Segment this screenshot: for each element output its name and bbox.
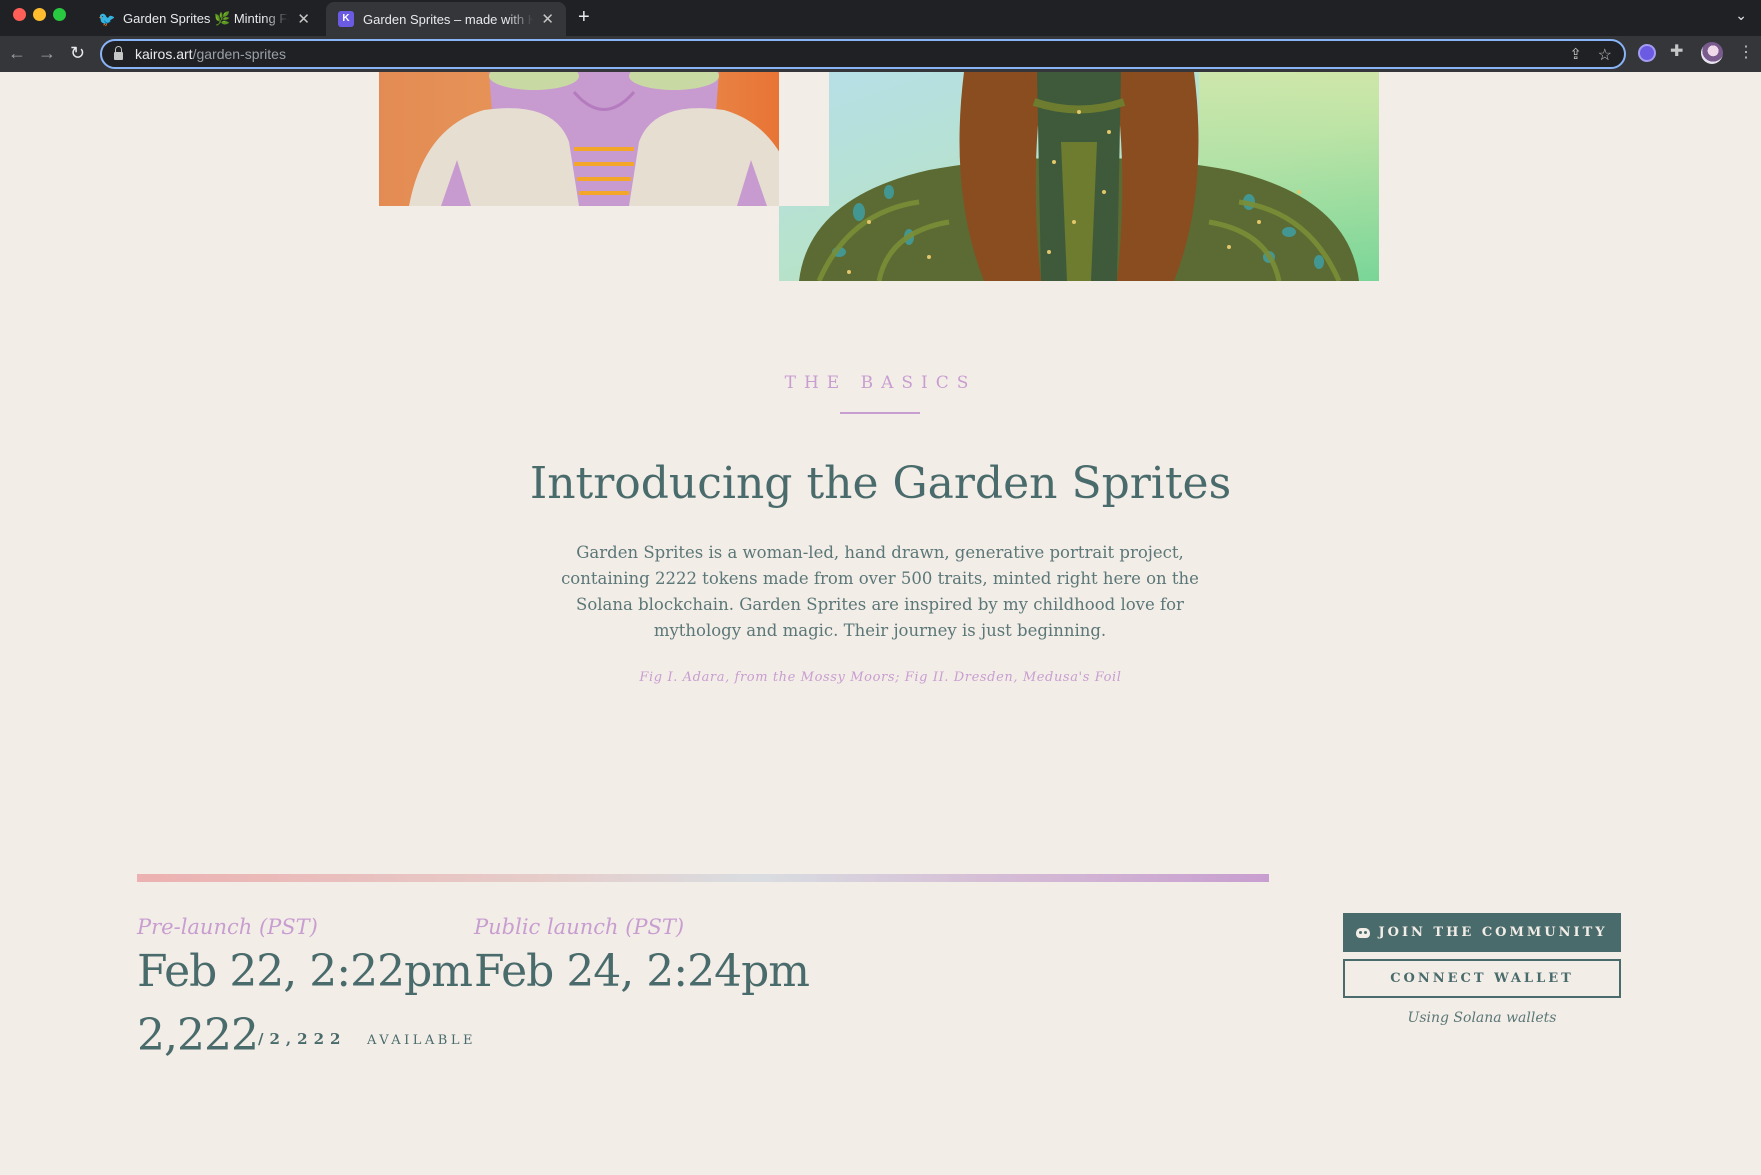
tab-title: Garden Sprites 🌿 Minting Feb [123,11,290,26]
bookmark-star-icon[interactable]: ☆ [1598,45,1612,65]
browser-toolbar: ← → ↻ kairos.art/garden-sprites ⇪ ☆ ✚ ⋮ [0,36,1761,72]
gradient-divider [137,874,1269,882]
public-launch-date: Feb 24, 2:24pm [474,946,810,997]
prelaunch-date: Feb 22, 2:22pm [137,946,473,997]
eyebrow-divider [840,412,920,414]
extensions-puzzle-icon[interactable]: ✚ [1670,43,1688,61]
new-tab-button[interactable]: + [578,6,590,28]
twitter-bird-icon: 🐦 [98,11,116,27]
page-content: THE BASICS Introducing the Garden Sprite… [0,72,1761,1175]
tab-title: Garden Sprites – made with Ka [363,11,534,27]
connect-wallet-label: CONNECT WALLET [1390,971,1574,986]
lock-icon[interactable] [114,45,123,60]
artwork-fig-2-dresden [779,72,1379,281]
url-host: kairos.art [135,46,193,62]
public-launch-label: Public launch (PST) [474,915,685,939]
browser-chrome: 🐦 Garden Sprites 🌿 Minting Feb ✕ K Garde… [0,0,1761,72]
join-community-label: JOIN THE COMMUNITY [1378,925,1608,940]
close-window-button[interactable] [13,8,26,21]
available-label: AVAILABLE [367,1033,476,1048]
maximize-window-button[interactable] [53,8,66,21]
kairos-logo-icon: K [338,11,354,27]
browser-menu-icon[interactable]: ⋮ [1738,42,1754,64]
browser-tab-kairos[interactable]: K Garden Sprites – made with Ka ✕ [326,2,566,36]
figure-caption: Fig I. Adara, from the Mossy Moors; Fig … [639,670,1122,685]
share-icon[interactable]: ⇪ [1569,45,1582,63]
project-description: Garden Sprites is a woman-led, hand draw… [561,543,1199,640]
page-title: Introducing the Garden Sprites [529,458,1232,509]
connect-wallet-button[interactable]: CONNECT WALLET [1343,959,1621,998]
close-tab-icon[interactable]: ✕ [297,10,310,28]
browser-tab-twitter[interactable]: 🐦 Garden Sprites 🌿 Minting Feb ✕ [86,2,322,36]
reload-icon[interactable]: ↻ [70,42,85,64]
supply-total: /2,222 [258,1030,347,1048]
back-arrow-icon[interactable]: ← [8,42,26,64]
prelaunch-label: Pre-launch (PST) [137,915,318,939]
section-eyebrow: THE BASICS [784,373,977,393]
url-path: /garden-sprites [192,46,286,62]
profile-avatar[interactable] [1701,42,1723,64]
tab-search-icon[interactable]: ⌄ [1735,7,1747,24]
available-count: 2,222 [137,1010,259,1061]
join-community-button[interactable]: JOIN THE COMMUNITY [1343,913,1621,952]
forward-arrow-icon[interactable]: → [38,42,56,64]
extension-eye-icon[interactable] [1638,44,1656,62]
wallet-note: Using Solana wallets [1407,1010,1557,1026]
discord-icon [1356,927,1371,938]
tab-bar: 🐦 Garden Sprites 🌿 Minting Feb ✕ K Garde… [0,0,1761,36]
minimize-window-button[interactable] [33,8,46,21]
close-tab-icon[interactable]: ✕ [541,10,554,28]
artwork-fig-1-adara [379,72,829,206]
address-bar[interactable]: kairos.art/garden-sprites ⇪ ☆ [100,39,1626,69]
